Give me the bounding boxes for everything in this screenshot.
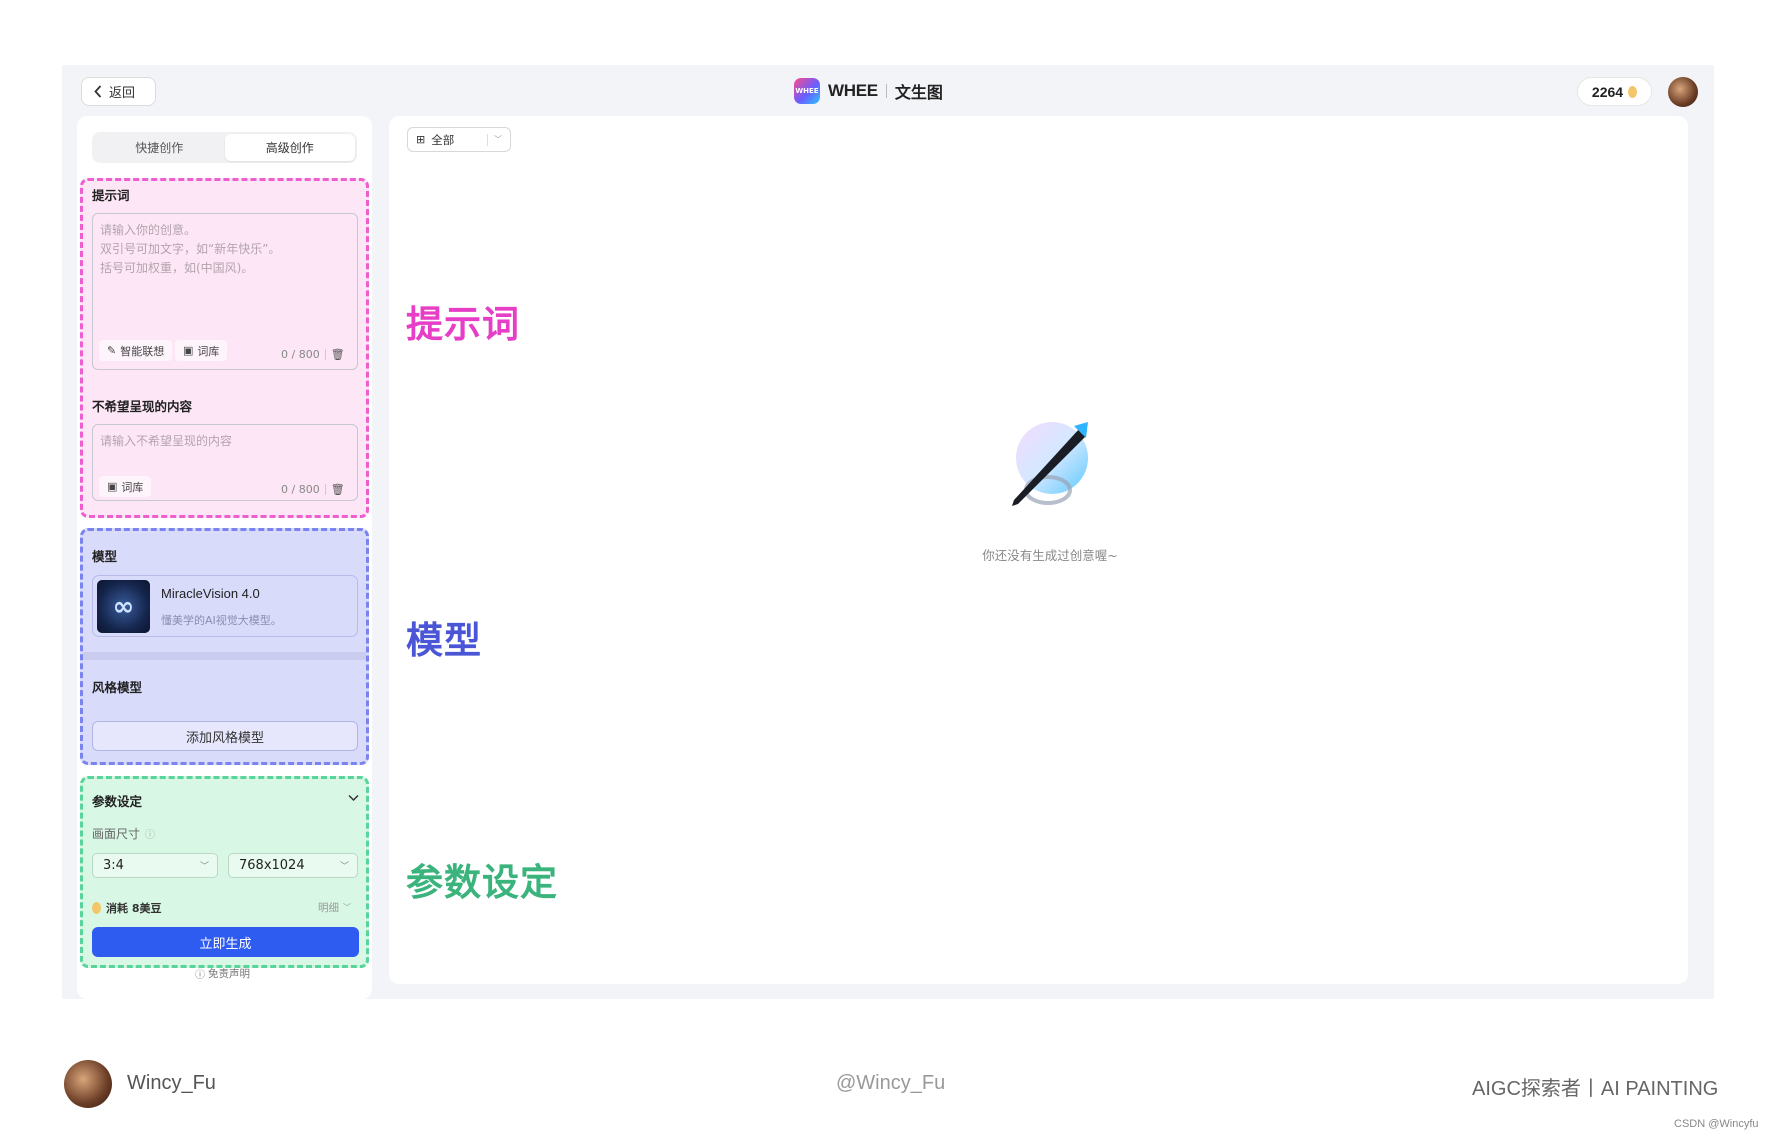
negative-label: 不希望呈现的内容 bbox=[92, 399, 193, 414]
whee-logo-icon: WHEE bbox=[794, 78, 820, 104]
resolution-select[interactable]: 768x1024 ﹀ bbox=[228, 853, 358, 878]
author-handle: @Wincy_Fu bbox=[836, 1072, 946, 1094]
watermark: CSDN @Wincyfu bbox=[1674, 1118, 1759, 1130]
tagline: AIGC探索者丨AI PAINTING bbox=[1472, 1078, 1719, 1100]
mode-tabs: 快捷创作 高级创作 bbox=[92, 132, 357, 163]
bean-icon bbox=[92, 902, 101, 914]
book-icon: ▣ bbox=[107, 480, 118, 493]
params-label: 参数设定 bbox=[92, 794, 143, 809]
filter-select[interactable]: ⊞ 全部 ﹀ bbox=[407, 127, 511, 152]
model-label: 模型 bbox=[92, 549, 118, 564]
chevron-down-icon: ﹀ bbox=[199, 862, 209, 872]
ratio-select[interactable]: 3:4 ﹀ bbox=[92, 853, 218, 878]
info-icon: ⓘ bbox=[195, 970, 205, 981]
generate-button[interactable]: 立即生成 bbox=[92, 927, 359, 957]
negative-library-button[interactable]: ▣ 词库 bbox=[99, 476, 152, 497]
brand-divider bbox=[885, 84, 887, 98]
book-icon: ▣ bbox=[183, 344, 194, 357]
credits-count: 2264 bbox=[1591, 83, 1624, 100]
credits-badge[interactable]: 2264 bbox=[1577, 77, 1652, 106]
model-name: MiracleVision 4.0 bbox=[161, 586, 260, 601]
model-desc: 懂美学的AI视觉大模型。 bbox=[161, 614, 282, 627]
back-label: 返回 bbox=[109, 86, 136, 101]
page-title: 文生图 bbox=[894, 83, 943, 102]
section-divider bbox=[83, 652, 366, 660]
empty-brush-icon bbox=[1012, 422, 1088, 506]
author-avatar bbox=[64, 1060, 112, 1108]
user-avatar[interactable] bbox=[1668, 77, 1698, 107]
trash-icon[interactable]: 🗑 bbox=[331, 348, 345, 361]
chevron-down-icon: ﹀ bbox=[494, 135, 502, 144]
size-label: 画面尺寸 ⓘ bbox=[92, 826, 156, 841]
brand-name: WHEE bbox=[828, 81, 878, 100]
prompt-placeholder: 请输入你的创意。 双引号可加文字，如“新年快乐”。 括号可加权重，如(中国风)。 bbox=[100, 223, 281, 275]
back-button[interactable]: 返回 bbox=[81, 77, 156, 106]
tab-quick-create[interactable]: 快捷创作 bbox=[94, 134, 225, 161]
disclaimer-link[interactable]: ⓘ 免责声明 bbox=[195, 966, 250, 981]
prompt-library-button[interactable]: ▣ 词库 bbox=[175, 340, 228, 361]
grid-icon: ⊞ bbox=[416, 133, 426, 146]
cost-info: 消耗 8美豆 bbox=[92, 900, 161, 916]
chevron-down-icon: ﹀ bbox=[343, 903, 351, 912]
empty-state-text: 你还没有生成过创意喔~ bbox=[982, 548, 1118, 563]
style-model-label: 风格模型 bbox=[92, 680, 143, 695]
annotation-model: 模型 bbox=[406, 619, 482, 662]
chevron-down-icon: ﹀ bbox=[339, 862, 349, 872]
chevron-down-icon[interactable] bbox=[348, 794, 359, 802]
prompt-label: 提示词 bbox=[92, 188, 130, 203]
cost-detail-toggle[interactable]: 明细 ﹀ bbox=[318, 900, 351, 915]
help-icon[interactable]: ⓘ bbox=[145, 826, 155, 841]
trash-icon[interactable]: 🗑 bbox=[331, 483, 345, 496]
author-name: Wincy_Fu bbox=[127, 1072, 216, 1094]
brand: WHEE WHEE 文生图 bbox=[794, 77, 943, 105]
bean-icon bbox=[1628, 85, 1638, 98]
annotation-params: 参数设定 bbox=[406, 861, 558, 904]
chevron-left-icon bbox=[94, 85, 102, 98]
tag-icon: ✎ bbox=[107, 344, 117, 357]
model-thumbnail-icon: ∞ bbox=[97, 580, 150, 633]
tab-advanced-create[interactable]: 高级创作 bbox=[224, 134, 355, 161]
add-style-model-button[interactable]: 添加风格模型 bbox=[92, 721, 358, 751]
annotation-prompt: 提示词 bbox=[406, 303, 520, 346]
prompt-counter: 0 / 800 🗑 bbox=[281, 348, 345, 361]
smart-suggest-button[interactable]: ✎ 智能联想 bbox=[99, 340, 173, 361]
negative-counter: 0 / 800 🗑 bbox=[281, 483, 345, 496]
negative-placeholder: 请输入不希望呈现的内容 bbox=[100, 434, 233, 448]
